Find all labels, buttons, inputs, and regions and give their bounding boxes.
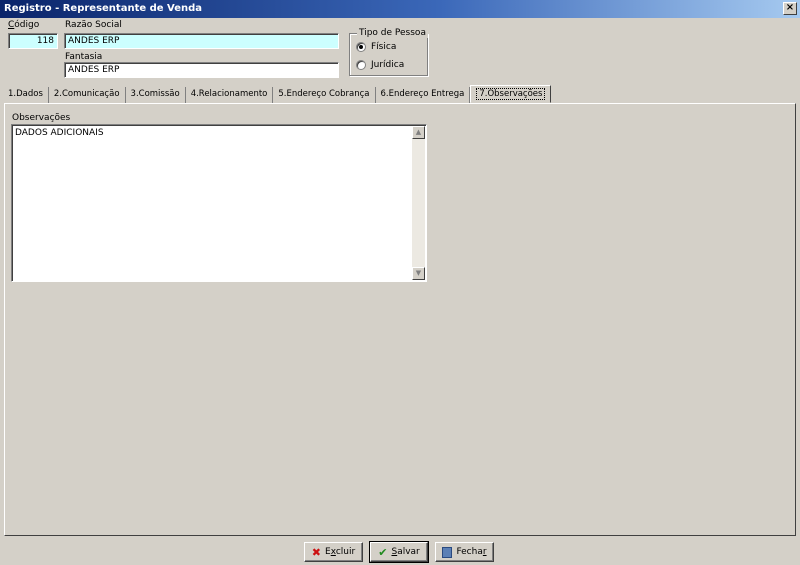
observacoes-textarea[interactable]: DADOS ADICIONAIS ▲ ▼ (11, 124, 427, 282)
observacoes-text: DADOS ADICIONAIS (15, 128, 104, 138)
tab-endereco-cobranca[interactable]: 5.Endereço Cobrança (273, 87, 376, 103)
tab-relacionamento[interactable]: 4.Relacionamento (186, 87, 274, 103)
fantasia-label: Fantasia (65, 52, 103, 62)
observacoes-label: Observações (12, 113, 71, 123)
fechar-button[interactable]: Fechar (435, 542, 494, 562)
excluir-label: Excluir (325, 547, 356, 557)
radio-juridica[interactable]: Jurídica (356, 60, 404, 70)
fechar-label: Fechar (456, 547, 487, 557)
tab-observacoes[interactable]: 7.Observações (470, 85, 552, 103)
tab-comissao[interactable]: 3.Comissão (126, 87, 186, 103)
codigo-field[interactable]: 118 (8, 33, 58, 49)
window-titlebar: Registro - Representante de Venda × (0, 0, 800, 18)
door-exit-icon (442, 546, 453, 558)
tipo-pessoa-title: Tipo de Pessoa (357, 28, 428, 38)
scroll-down-icon[interactable]: ▼ (412, 267, 425, 280)
fantasia-field[interactable]: ANDES ERP (64, 62, 339, 78)
close-button[interactable]: × (783, 2, 797, 15)
tab-endereco-entrega[interactable]: 6.Endereço Entrega (376, 87, 471, 103)
delete-x-icon: ✖ (311, 545, 321, 559)
vertical-scrollbar[interactable]: ▲ ▼ (412, 126, 425, 280)
tab-comunicacao[interactable]: 2.Comunicação (49, 87, 126, 103)
window-title: Registro - Representante de Venda (4, 3, 203, 14)
razao-social-label: Razão Social (65, 20, 122, 30)
radio-selected-icon (356, 42, 366, 52)
radio-fisica-label: Física (371, 42, 397, 52)
excluir-button[interactable]: ✖ Excluir (304, 542, 363, 562)
radio-unselected-icon (356, 60, 366, 70)
radio-fisica[interactable]: Física (356, 42, 396, 52)
radio-juridica-label: Jurídica (371, 60, 405, 70)
tab-observacoes-label: 7.Observações (476, 88, 546, 100)
salvar-label: Salvar (391, 547, 420, 557)
tab-strip: 1.Dados 2.Comunicação 3.Comissão 4.Relac… (3, 85, 552, 103)
scroll-up-icon[interactable]: ▲ (412, 126, 425, 139)
salvar-button[interactable]: ✔ Salvar (369, 541, 429, 563)
razao-social-field[interactable]: ANDES ERP (64, 33, 339, 49)
tab-dados[interactable]: 1.Dados (3, 87, 49, 103)
codigo-label: Código (8, 20, 40, 30)
checkmark-icon: ✔ (378, 545, 388, 559)
